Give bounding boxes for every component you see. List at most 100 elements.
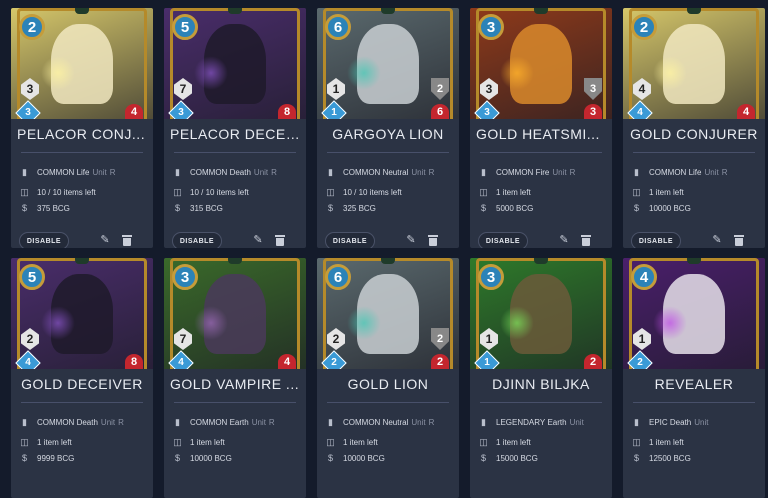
mana-cost-badge: 6 — [325, 14, 351, 40]
trash-icon[interactable] — [121, 234, 133, 246]
health-stat: 4 — [125, 104, 143, 119]
divider — [633, 402, 755, 403]
card-art: 3 1 1 2 — [470, 258, 612, 369]
divider — [327, 152, 449, 153]
card-effect-glow — [194, 306, 228, 340]
stock-row: ◫ 1 item left — [326, 436, 378, 447]
divider — [174, 152, 296, 153]
card-effect-glow — [194, 56, 228, 90]
document-icon: ▮ — [22, 166, 27, 177]
dollar-icon: $ — [327, 453, 333, 463]
disable-button[interactable]: DISABLE — [325, 232, 375, 248]
dollar-icon: $ — [633, 203, 639, 213]
disable-button[interactable]: DISABLE — [172, 232, 222, 248]
basket-icon: ◫ — [173, 186, 182, 197]
edit-icon[interactable]: ✎ — [252, 234, 264, 246]
product-card[interactable]: 3 1 1 2 DJINN BILJKA ▮ LEGENDARY Earth U… — [470, 258, 612, 498]
card-effect-glow — [347, 306, 381, 340]
health-stat: 8 — [278, 104, 296, 119]
card-title: GOLD LION — [347, 376, 429, 392]
price-row: $ 10000 BCG — [631, 201, 691, 215]
dollar-icon: $ — [480, 203, 486, 213]
health-stat: 3 — [584, 104, 602, 119]
document-icon: ▮ — [328, 166, 333, 177]
mana-cost-badge: 3 — [172, 264, 198, 290]
disable-button[interactable]: DISABLE — [631, 232, 681, 248]
stock-row: ◫ 1 item left — [20, 436, 72, 447]
dollar-icon: $ — [174, 453, 180, 463]
card-art: 5 2 4 8 — [11, 258, 153, 369]
card-art: 2 4 4 4 — [623, 8, 765, 119]
product-card[interactable]: 5 2 4 8 GOLD DECEIVER ▮ COMMON Death Uni… — [11, 258, 153, 498]
edit-icon[interactable]: ✎ — [558, 234, 570, 246]
product-card[interactable]: 5 7 3 8 PELACOR DECEI... ▮ COMMON Death … — [164, 8, 306, 248]
card-effect-glow — [500, 56, 534, 90]
stock-row: ◫ 10 / 10 items left — [173, 186, 249, 197]
card-title: PELACOR CONJ... — [17, 126, 146, 142]
card-type-row: ▮ COMMON Fire Unit R — [478, 165, 575, 179]
edit-icon[interactable]: ✎ — [711, 234, 723, 246]
health-stat: 8 — [125, 354, 143, 369]
health-stat: 2 — [584, 354, 602, 369]
product-card[interactable]: 2 4 4 4 GOLD CONJURER ▮ COMMON Life Unit… — [623, 8, 765, 248]
product-card[interactable]: 3 3 3 3 3 GOLD HEATSMI... ▮ COMMON Fire … — [470, 8, 612, 248]
document-icon: ▮ — [481, 416, 486, 427]
basket-icon: ◫ — [173, 436, 182, 447]
price-row: $ 325 BCG — [325, 201, 376, 215]
card-art: 6 2 2 2 2 — [317, 258, 459, 369]
card-title: GOLD HEATSMI... — [476, 126, 600, 142]
card-effect-glow — [653, 56, 687, 90]
basket-icon: ◫ — [632, 436, 641, 447]
product-card[interactable]: 6 2 2 2 2 GOLD LION ▮ COMMON Neutral Uni… — [317, 258, 459, 498]
card-title: GOLD VAMPIRE ... — [170, 376, 300, 392]
card-effect-glow — [653, 306, 687, 340]
basket-icon: ◫ — [326, 186, 335, 197]
card-type-row: ▮ COMMON Neutral Unit R — [325, 165, 434, 179]
basket-icon: ◫ — [20, 436, 29, 447]
stock-row: ◫ 1 item left — [479, 436, 531, 447]
mana-cost-badge: 3 — [478, 264, 504, 290]
divider — [174, 402, 296, 403]
card-type-row: ▮ COMMON Neutral Unit R — [325, 415, 434, 429]
document-icon: ▮ — [175, 166, 180, 177]
dollar-icon: $ — [480, 453, 486, 463]
card-title: GOLD CONJURER — [630, 126, 758, 142]
trash-icon[interactable] — [580, 234, 592, 246]
product-card[interactable]: 2 3 3 4 PELACOR CONJ... ▮ COMMON Life Un… — [11, 8, 153, 248]
stock-row: ◫ 1 item left — [632, 436, 684, 447]
health-stat: 4 — [737, 104, 755, 119]
edit-icon[interactable]: ✎ — [405, 234, 417, 246]
product-card[interactable]: 4 1 2 REVEALER ▮ EPIC Death Unit ◫ 1 ite… — [623, 258, 765, 498]
product-card[interactable]: 3 7 4 4 GOLD VAMPIRE ... ▮ COMMON Earth … — [164, 258, 306, 498]
card-type-row: ▮ COMMON Death Unit R — [19, 415, 124, 429]
document-icon: ▮ — [634, 416, 639, 427]
health-stat: 2 — [431, 354, 449, 369]
edit-icon[interactable]: ✎ — [99, 234, 111, 246]
card-type-row: ▮ COMMON Life Unit R — [631, 165, 727, 179]
health-stat: 6 — [431, 104, 449, 119]
trash-icon[interactable] — [733, 234, 745, 246]
disable-button[interactable]: DISABLE — [478, 232, 528, 248]
stock-row: ◫ 1 item left — [479, 186, 531, 197]
document-icon: ▮ — [22, 416, 27, 427]
disable-button[interactable]: DISABLE — [19, 232, 69, 248]
mana-cost-badge: 2 — [19, 14, 45, 40]
price-row: $ 375 BCG — [19, 201, 70, 215]
trash-icon[interactable] — [274, 234, 286, 246]
divider — [21, 152, 143, 153]
divider — [480, 402, 602, 403]
card-art: 2 3 3 4 — [11, 8, 153, 119]
health-stat: 4 — [278, 354, 296, 369]
card-title: DJINN BILJKA — [492, 376, 590, 392]
document-icon: ▮ — [634, 166, 639, 177]
card-type-row: ▮ COMMON Death Unit R — [172, 165, 277, 179]
card-effect-glow — [41, 56, 75, 90]
dollar-icon: $ — [21, 203, 27, 213]
card-effect-glow — [500, 306, 534, 340]
trash-icon[interactable] — [427, 234, 439, 246]
card-type-row: ▮ COMMON Life Unit R — [19, 165, 115, 179]
card-art: 3 3 3 3 3 — [470, 8, 612, 119]
mana-cost-badge: 5 — [19, 264, 45, 290]
mana-cost-badge: 4 — [631, 264, 657, 290]
product-card[interactable]: 6 1 2 1 6 GARGOYA LION ▮ COMMON Neutral … — [317, 8, 459, 248]
